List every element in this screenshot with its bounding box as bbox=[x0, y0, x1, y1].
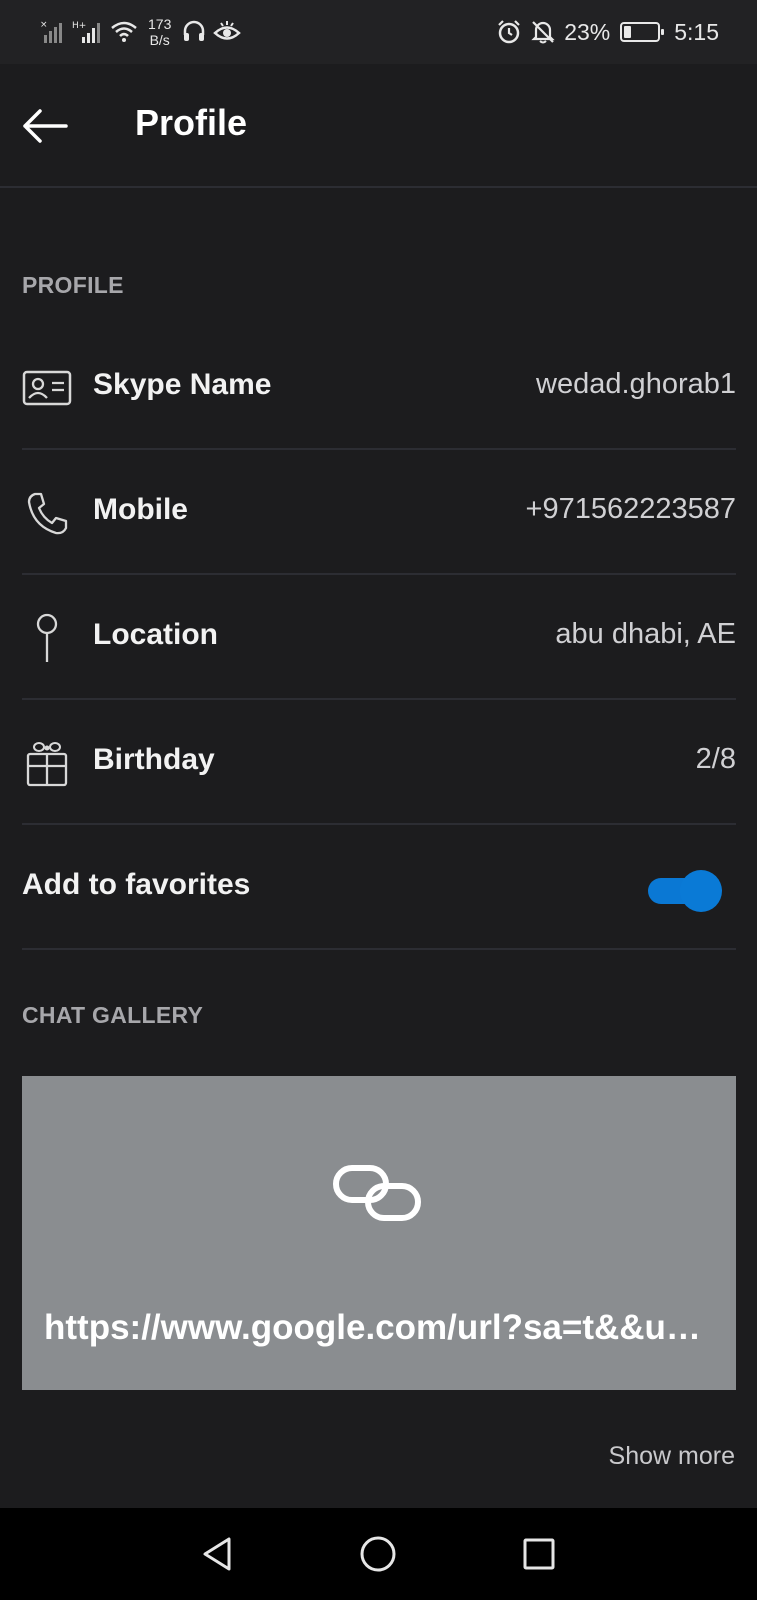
location-label: Location bbox=[93, 618, 218, 651]
nav-back-button[interactable] bbox=[193, 1530, 241, 1578]
svg-text:×: × bbox=[40, 20, 48, 30]
status-bar: × H+ 173 B/s 23% 5:15 bbox=[0, 0, 757, 64]
shared-link-url[interactable]: https://www.google.com/url?sa=t&&u… bbox=[44, 1308, 714, 1348]
network-speed-unit: B/s bbox=[149, 32, 170, 48]
headset-icon bbox=[184, 20, 205, 41]
eye-comfort-icon bbox=[213, 21, 242, 40]
wifi-icon bbox=[111, 21, 137, 42]
network-speed-value: 173 bbox=[148, 16, 172, 32]
link-icon bbox=[330, 1158, 430, 1228]
nav-recents-button[interactable] bbox=[515, 1530, 563, 1578]
back-button[interactable] bbox=[20, 106, 70, 146]
favorites-toggle[interactable] bbox=[648, 870, 722, 912]
gift-icon bbox=[22, 738, 72, 788]
clock: 5:15 bbox=[674, 18, 719, 45]
chat-gallery-heading: CHAT GALLERY bbox=[22, 1002, 204, 1028]
toggle-knob bbox=[680, 870, 722, 912]
nav-home-button[interactable] bbox=[354, 1530, 402, 1578]
skype-name-value: wedad.ghorab1 bbox=[536, 368, 736, 400]
show-more-link[interactable]: Show more bbox=[609, 1442, 735, 1471]
birthday-value: 2/8 bbox=[695, 743, 736, 775]
shared-link-card[interactable]: https://www.google.com/url?sa=t&&u… bbox=[22, 1076, 736, 1390]
profile-row-skype-name[interactable]: Skype Name wedad.ghorab1 bbox=[22, 325, 736, 450]
signal-no-sim-icon: × bbox=[40, 20, 62, 43]
nav-back-triangle-icon bbox=[203, 1537, 231, 1571]
location-value: abu dhabi, AE bbox=[555, 618, 736, 650]
network-speed: 173 B/s bbox=[148, 16, 171, 48]
status-bar-left: × H+ 173 B/s bbox=[40, 14, 242, 50]
skype-name-label: Skype Name bbox=[93, 368, 272, 401]
alarm-icon bbox=[498, 20, 520, 44]
birthday-label: Birthday bbox=[93, 743, 215, 776]
add-to-favorites-label: Add to favorites bbox=[22, 868, 251, 901]
mobile-label: Mobile bbox=[93, 493, 188, 526]
profile-row-mobile[interactable]: Mobile +971562223587 bbox=[22, 450, 736, 575]
location-pin-icon bbox=[22, 613, 72, 663]
mobile-value: +971562223587 bbox=[525, 493, 736, 525]
nav-recents-square-icon bbox=[523, 1538, 555, 1570]
profile-row-location[interactable]: Location abu dhabi, AE bbox=[22, 575, 736, 700]
battery-percent: 23% bbox=[564, 18, 611, 45]
nav-home-circle-icon bbox=[360, 1536, 396, 1572]
contact-card-icon bbox=[22, 363, 72, 413]
battery-icon bbox=[620, 22, 665, 42]
notifications-off-icon bbox=[531, 21, 555, 44]
system-nav-bar bbox=[0, 1508, 757, 1600]
svg-text:H+: H+ bbox=[72, 21, 86, 31]
battery-level-fill bbox=[624, 26, 632, 38]
phone-icon bbox=[22, 488, 72, 538]
page-title: Profile bbox=[135, 102, 248, 143]
profile-section-heading: PROFILE bbox=[22, 272, 124, 298]
status-bar-right: 23% 5:15 bbox=[496, 14, 719, 50]
back-arrow-icon bbox=[23, 109, 68, 143]
signal-hplus-icon: H+ bbox=[72, 21, 100, 43]
app-bar: Profile bbox=[0, 64, 757, 188]
favorites-row[interactable]: Add to favorites bbox=[22, 825, 736, 950]
profile-row-birthday[interactable]: Birthday 2/8 bbox=[22, 700, 736, 825]
